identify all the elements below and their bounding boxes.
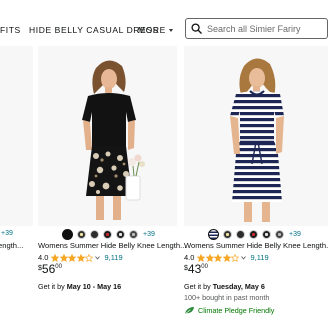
color-swatch[interactable] xyxy=(275,229,284,239)
star-icon xyxy=(68,253,77,262)
rating-value: 4.0 xyxy=(38,253,49,262)
color-swatch[interactable] xyxy=(262,229,271,239)
star-icon xyxy=(59,253,68,262)
search-input[interactable] xyxy=(207,23,322,34)
product-rating[interactable]: 4.0 9,119 xyxy=(38,253,123,262)
color-swatch[interactable] xyxy=(116,229,125,239)
product-title[interactable]: Womens Summer Hide Belly Knee Length... xyxy=(184,241,328,250)
color-swatch[interactable] xyxy=(223,229,232,239)
delivery-info: Get it by Tuesday, May 6 xyxy=(184,282,265,291)
delivery-date: May 10 - May 16 xyxy=(66,282,122,291)
nav-more-menu[interactable]: MORE xyxy=(138,25,173,35)
star-icon xyxy=(197,253,206,262)
star-icon xyxy=(214,253,223,262)
product-title-partial[interactable]: ength... xyxy=(0,241,23,250)
black-floral-dress-photo xyxy=(38,46,177,226)
navy-striped-dress-photo xyxy=(184,46,328,226)
climate-pledge-label: Climate Pledge Friendly xyxy=(198,306,275,315)
color-swatch[interactable] xyxy=(103,229,112,239)
color-swatches: +39 xyxy=(208,228,301,240)
product-price: $ 56 00 xyxy=(38,263,62,275)
star-icon xyxy=(76,253,85,262)
climate-pledge-badge[interactable]: Climate Pledge Friendly xyxy=(184,306,274,315)
product-title[interactable]: Womens Summer Hide Belly Knee Length... xyxy=(38,241,186,250)
star-icon xyxy=(85,253,94,262)
store-search-box[interactable] xyxy=(185,18,328,39)
price-whole: 43 xyxy=(187,262,202,276)
product-image[interactable] xyxy=(184,46,328,226)
star-icon xyxy=(231,253,240,262)
nav-item-fits[interactable]: FITS xyxy=(0,25,21,35)
color-swatch[interactable] xyxy=(236,229,245,239)
price-fraction: 00 xyxy=(55,264,62,270)
rating-value: 4.0 xyxy=(184,253,195,262)
review-count[interactable]: 9,119 xyxy=(250,253,268,262)
delivery-prefix: Get it by xyxy=(184,282,213,291)
more-colors-link[interactable]: +39 xyxy=(1,230,13,237)
chevron-down-icon xyxy=(95,255,101,260)
star-icon xyxy=(205,253,214,262)
star-rating xyxy=(51,253,94,262)
color-swatch[interactable] xyxy=(90,229,99,239)
color-swatch[interactable] xyxy=(208,228,219,240)
delivery-date: Tuesday, May 6 xyxy=(212,282,265,291)
more-colors-link[interactable]: +39 xyxy=(289,231,301,238)
bought-count: 100+ bought in past month xyxy=(184,293,270,302)
color-swatch[interactable] xyxy=(77,229,86,239)
product-image-partial[interactable] xyxy=(0,46,33,226)
product-rating[interactable]: 4.0 9,119 xyxy=(184,253,269,262)
star-rating xyxy=(197,253,240,262)
color-swatch[interactable] xyxy=(62,228,73,240)
delivery-prefix: Get it by xyxy=(38,282,67,291)
star-icon xyxy=(222,253,231,262)
price-fraction: 00 xyxy=(201,264,208,270)
search-icon xyxy=(191,23,202,34)
review-count[interactable]: 9,119 xyxy=(104,253,122,262)
leaf-icon xyxy=(184,306,194,315)
chevron-down-icon xyxy=(168,29,173,32)
chevron-down-icon xyxy=(241,255,247,260)
more-colors-link[interactable]: +39 xyxy=(143,231,155,238)
color-swatches: +39 xyxy=(62,228,155,240)
star-icon xyxy=(51,253,60,262)
nav-more-label: MORE xyxy=(138,25,166,35)
delivery-info: Get it by May 10 - May 16 xyxy=(38,282,121,291)
color-swatch[interactable] xyxy=(249,229,258,239)
price-whole: 56 xyxy=(41,262,56,276)
color-swatch[interactable] xyxy=(129,229,138,239)
product-price: $ 43 00 xyxy=(184,263,208,275)
product-image[interactable] xyxy=(38,46,177,226)
